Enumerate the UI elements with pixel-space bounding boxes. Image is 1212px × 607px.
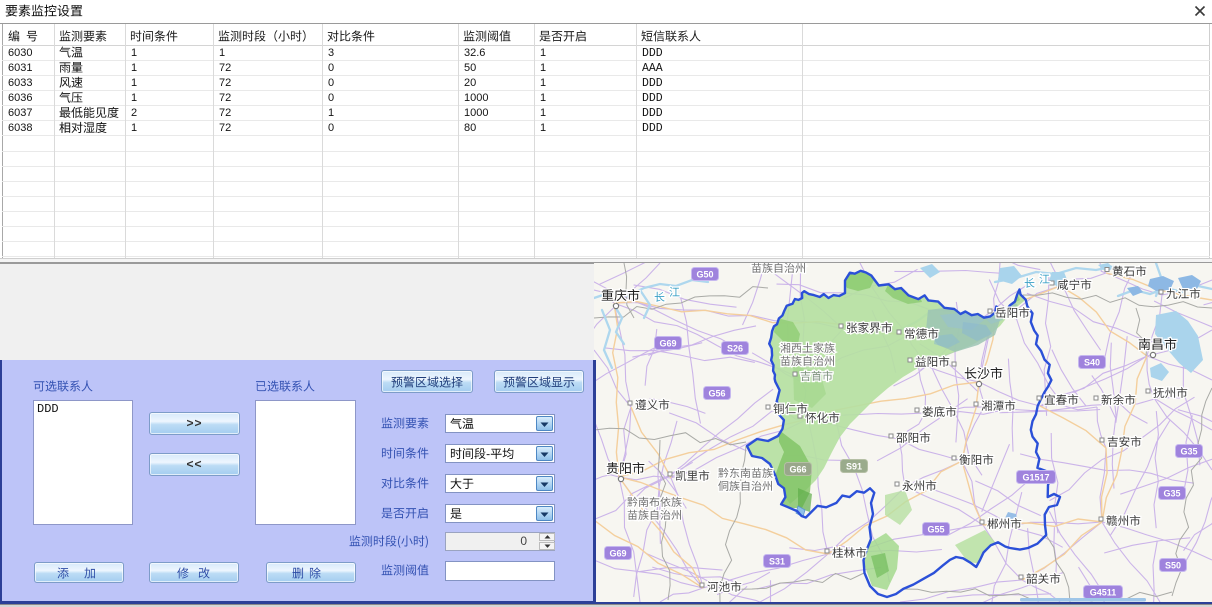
svg-text:S91: S91 bbox=[846, 462, 862, 472]
svg-text:S31: S31 bbox=[769, 557, 785, 567]
svg-text:G50: G50 bbox=[696, 270, 713, 280]
svg-text:G55: G55 bbox=[927, 525, 944, 535]
svg-text:S26: S26 bbox=[727, 344, 743, 354]
svg-text:G35: G35 bbox=[1163, 489, 1180, 499]
svg-text:G66: G66 bbox=[789, 465, 806, 475]
svg-text:G69: G69 bbox=[609, 549, 626, 559]
svg-text:S50: S50 bbox=[1165, 561, 1181, 571]
svg-text:G4511: G4511 bbox=[1090, 588, 1117, 598]
svg-text:G56: G56 bbox=[708, 389, 725, 399]
svg-text:S40: S40 bbox=[1084, 358, 1100, 368]
svg-text:G1517: G1517 bbox=[1022, 473, 1049, 483]
svg-text:G69: G69 bbox=[659, 339, 676, 349]
svg-text:G35: G35 bbox=[1180, 447, 1197, 457]
